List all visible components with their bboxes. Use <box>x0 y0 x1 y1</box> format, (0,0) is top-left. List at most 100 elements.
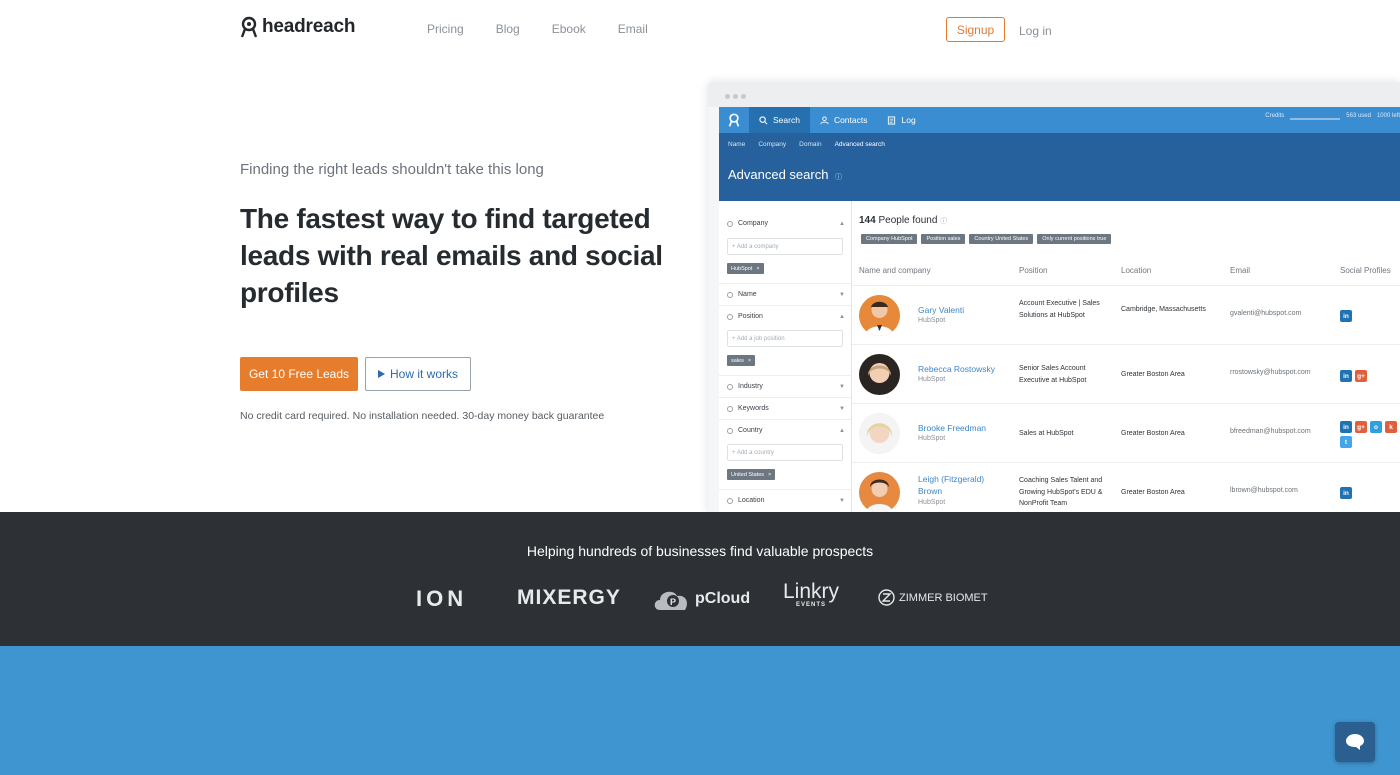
how-it-works-button[interactable]: How it works <box>365 357 471 391</box>
globe-icon <box>727 427 733 434</box>
get-free-leads-button[interactable]: Get 10 Free Leads <box>240 357 358 391</box>
google-plus-icon[interactable]: g+ <box>1355 421 1367 433</box>
briefcase-icon <box>727 313 733 320</box>
linkedin-icon[interactable]: in <box>1340 310 1352 322</box>
remove-icon[interactable]: × <box>756 266 759 272</box>
nav-link-ebook[interactable]: Ebook <box>552 22 586 36</box>
linkedin-icon[interactable]: in <box>1340 421 1352 433</box>
column-header-name: Name and company <box>859 266 931 275</box>
app-toolbar: Search Contacts Log Credits 563 used 100… <box>719 107 1400 133</box>
mixergy-logo: MIXERGY <box>517 586 621 610</box>
logo[interactable]: headreach <box>240 16 355 38</box>
features-section <box>0 646 1400 775</box>
filter-keywords[interactable]: Keywords ▼ <box>727 405 845 412</box>
contact-name[interactable]: Rebecca Rostowsky <box>918 363 1006 375</box>
contact-company: HubSpot <box>918 376 946 383</box>
globe-icon <box>727 383 733 390</box>
linkedin-icon[interactable]: in <box>1340 370 1352 382</box>
column-header-social: Social Profiles <box>1340 266 1391 275</box>
filter-name-label: Name <box>738 291 757 298</box>
customers-title: Helping hundreds of businesses find valu… <box>526 543 874 559</box>
credits-label: Credits <box>1265 112 1285 119</box>
remove-icon[interactable]: × <box>768 472 771 478</box>
ion-logo: ION <box>416 586 467 612</box>
profile-icon[interactable]: o <box>1370 421 1382 433</box>
table-row[interactable]: Leigh (Fitzgerald) Brown HubSpot Coachin… <box>852 462 1400 512</box>
nav-link-pricing[interactable]: Pricing <box>427 22 464 36</box>
contact-company: HubSpot <box>918 317 946 324</box>
nav-link-email[interactable]: Email <box>618 22 648 36</box>
chat-button[interactable] <box>1335 722 1375 762</box>
linkry-logo-text: Linkry <box>783 580 840 603</box>
contact-name[interactable]: Leigh (Fitzgerald) Brown <box>918 473 1006 497</box>
position-chip[interactable]: sales × <box>727 355 756 366</box>
contact-location: Greater Boston Area <box>1121 371 1185 378</box>
zimmer-icon <box>878 589 895 606</box>
chevron-up-icon: ▲ <box>839 220 845 227</box>
filter-location[interactable]: Location ▼ <box>727 497 845 504</box>
zimmer-biomet-logo-text: ZIMMER BIOMET <box>899 591 988 604</box>
chevron-down-icon: ▼ <box>839 383 845 390</box>
location-pin-icon <box>727 497 733 504</box>
app-screenshot: Search Contacts Log Credits 563 used 100… <box>708 82 1400 512</box>
linkry-logo: Linkry EVENTS <box>783 581 839 608</box>
search-type-name[interactable]: Name <box>728 141 745 148</box>
contact-company: HubSpot <box>918 499 946 506</box>
contact-email[interactable]: gvalenti@hubspot.com <box>1230 310 1301 317</box>
pcloud-logo: P pCloud <box>652 586 750 612</box>
filter-company[interactable]: Company ▲ <box>727 220 845 227</box>
app-tab-contacts[interactable]: Contacts <box>810 107 878 133</box>
filter-industry[interactable]: Industry ▼ <box>727 383 845 390</box>
country-chip[interactable]: United States × <box>727 469 776 480</box>
social-links: in <box>1340 310 1400 322</box>
person-icon <box>727 291 733 298</box>
contact-position: Senior Sales Account Executive at HubSpo… <box>1019 365 1087 384</box>
filter-position[interactable]: Position ▲ <box>727 313 845 320</box>
active-chip-position[interactable]: Position sales <box>921 234 966 244</box>
linkedin-icon[interactable]: in <box>1340 487 1352 499</box>
search-subnav: Name Company Domain Advanced search Adva… <box>719 133 1400 201</box>
active-chip-country[interactable]: Country United States <box>969 234 1034 244</box>
search-type-domain[interactable]: Domain <box>799 141 821 148</box>
table-row[interactable]: Rebecca Rostowsky HubSpot Senior Sales A… <box>852 344 1400 402</box>
country-input[interactable]: + Add a country <box>727 444 843 461</box>
app-tab-log-label: Log <box>901 115 916 125</box>
remove-icon[interactable]: × <box>748 358 751 364</box>
contact-name[interactable]: Brooke Freedman <box>918 422 1006 434</box>
play-icon <box>377 370 385 378</box>
divider <box>719 283 851 284</box>
app-tab-log[interactable]: Log <box>877 107 925 133</box>
search-type-company[interactable]: Company <box>758 141 786 148</box>
filter-name[interactable]: Name ▼ <box>727 291 845 298</box>
table-row[interactable]: Gary Valenti HubSpot Account Executive |… <box>852 285 1400 343</box>
twitter-icon[interactable]: t <box>1340 436 1352 448</box>
contact-email[interactable]: bfreedman@hubspot.com <box>1230 428 1311 435</box>
svg-text:P: P <box>670 597 676 607</box>
position-input[interactable]: + Add a job position <box>727 330 843 347</box>
nav-link-blog[interactable]: Blog <box>496 22 520 36</box>
filter-location-label: Location <box>738 497 765 504</box>
column-header-location: Location <box>1121 266 1152 275</box>
filter-country[interactable]: Country ▲ <box>727 427 845 434</box>
search-type-advanced[interactable]: Advanced search <box>835 141 885 148</box>
column-header-email: Email <box>1230 266 1251 275</box>
company-input[interactable]: + Add a company <box>727 238 843 255</box>
chat-bubble-icon <box>1346 734 1364 750</box>
contact-email[interactable]: lbrown@hubspot.com <box>1230 487 1298 494</box>
login-link[interactable]: Log in <box>1019 24 1052 38</box>
building-icon <box>727 220 733 227</box>
active-chip-company[interactable]: Company HubSpot <box>861 234 918 244</box>
klout-icon[interactable]: k <box>1385 421 1397 433</box>
results-count-label: People found <box>878 215 938 226</box>
key-icon <box>727 405 733 412</box>
page: headreach Pricing Blog Ebook Email Signu… <box>0 0 1400 775</box>
signup-button[interactable]: Signup <box>946 17 1005 42</box>
company-chip[interactable]: HubSpot × <box>727 263 764 274</box>
hero-title: The fastest way to find targeted leads w… <box>240 203 663 308</box>
google-plus-icon[interactable]: g+ <box>1355 370 1367 382</box>
app-tab-search[interactable]: Search <box>749 107 810 133</box>
contact-name[interactable]: Gary Valenti <box>918 304 1006 316</box>
table-row[interactable]: Brooke Freedman HubSpot Sales at HubSpot… <box>852 403 1400 461</box>
active-chip-current[interactable]: Only current positions true <box>1037 234 1112 244</box>
contact-email[interactable]: rrostowsky@hubspot.com <box>1230 369 1311 376</box>
